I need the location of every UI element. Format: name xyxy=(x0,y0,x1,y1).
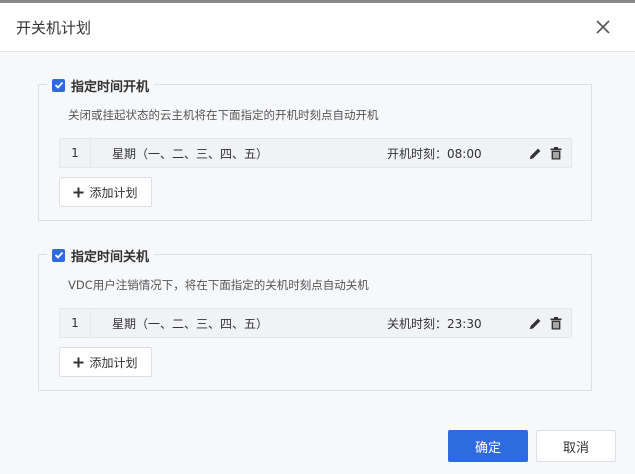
delete-button[interactable] xyxy=(549,146,562,160)
plan-days: 星期（一、二、三、四、五） xyxy=(112,316,269,331)
power-off-section: 指定时间关机 VDC用户注销情况下，将在下面指定的关机时刻点自动关机 1 星期（… xyxy=(38,246,592,391)
add-plan-label: 添加计划 xyxy=(89,185,138,200)
cancel-button[interactable]: 取消 xyxy=(536,430,616,462)
close-button[interactable] xyxy=(591,15,615,39)
pencil-icon xyxy=(530,148,541,159)
plan-index: 1 xyxy=(60,309,91,337)
power-on-description: 关闭或挂起状态的云主机将在下面指定的开机时刻点自动开机 xyxy=(68,108,379,122)
delete-button[interactable] xyxy=(549,316,562,330)
add-plan-button[interactable]: 添加计划 xyxy=(59,347,152,377)
trash-icon xyxy=(550,316,561,329)
power-on-label: 指定时间开机 xyxy=(71,79,150,95)
pencil-icon xyxy=(530,318,541,329)
add-plan-label: 添加计划 xyxy=(89,355,138,370)
table-row: 1 星期（一、二、三、四、五） 开机时刻：08:00 xyxy=(59,138,572,168)
power-on-section: 指定时间开机 关闭或挂起状态的云主机将在下面指定的开机时刻点自动开机 1 星期（… xyxy=(38,76,592,221)
edit-button[interactable] xyxy=(529,147,542,160)
confirm-button[interactable]: 确定 xyxy=(448,430,528,462)
plan-actions xyxy=(529,146,562,160)
power-on-checkbox[interactable] xyxy=(52,78,65,92)
close-icon xyxy=(596,20,610,34)
table-row: 1 星期（一、二、三、四、五） 关机时刻：23:30 xyxy=(59,308,572,338)
power-off-description: VDC用户注销情况下，将在下面指定的关机时刻点自动关机 xyxy=(68,278,369,292)
trash-icon xyxy=(550,146,561,159)
plus-icon xyxy=(73,187,84,197)
plan-time: 开机时刻：08:00 xyxy=(387,146,482,161)
power-off-label: 指定时间关机 xyxy=(71,249,150,265)
checkmark-icon xyxy=(54,251,63,259)
plus-icon xyxy=(73,357,84,367)
plan-time: 关机时刻：23:30 xyxy=(387,316,482,331)
add-plan-button[interactable]: 添加计划 xyxy=(59,177,152,207)
power-on-legend: 指定时间开机 xyxy=(47,76,155,95)
dialog-title: 开关机计划 xyxy=(16,19,92,37)
plan-actions xyxy=(529,316,562,330)
dialog-body: 指定时间开机 关闭或挂起状态的云主机将在下面指定的开机时刻点自动开机 1 星期（… xyxy=(0,52,635,474)
checkmark-icon xyxy=(54,81,63,89)
plan-index: 1 xyxy=(60,139,91,167)
dialog-header: 开关机计划 xyxy=(0,3,635,52)
plan-days: 星期（一、二、三、四、五） xyxy=(112,146,269,161)
power-off-checkbox[interactable] xyxy=(52,248,65,262)
edit-button[interactable] xyxy=(529,317,542,330)
power-off-legend: 指定时间关机 xyxy=(47,246,155,265)
